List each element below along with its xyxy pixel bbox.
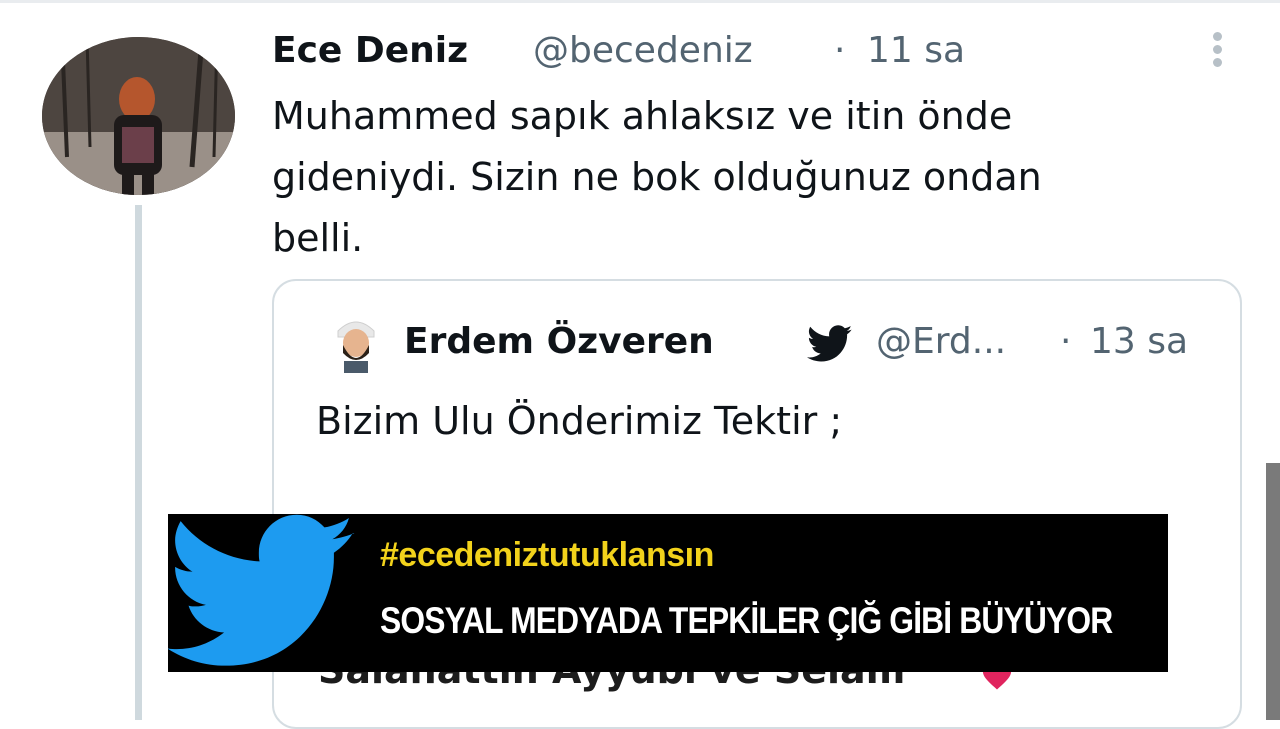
more-icon[interactable] bbox=[1200, 32, 1234, 72]
author-handle[interactable]: @becedeniz bbox=[533, 30, 753, 71]
banner-hashtag: #ecedeniztutuklansın bbox=[380, 536, 714, 574]
top-divider bbox=[0, 0, 1280, 3]
quoted-tweet-timestamp[interactable]: 13 sa bbox=[1090, 321, 1188, 362]
author-avatar[interactable] bbox=[42, 37, 235, 195]
meta-separator: · bbox=[834, 30, 846, 71]
news-banner: #ecedeniztutuklansın SOSYAL MEDYADA TEPK… bbox=[168, 514, 1168, 672]
tweet-timestamp[interactable]: 11 sa bbox=[867, 30, 965, 71]
twitter-bird-icon bbox=[168, 514, 355, 666]
twitter-bird-icon bbox=[807, 325, 853, 362]
quoted-meta-separator: · bbox=[1060, 321, 1072, 362]
author-name[interactable]: Ece Deniz bbox=[272, 30, 468, 71]
scrollbar[interactable] bbox=[1266, 463, 1280, 720]
tweet-text: Muhammed sapık ahlaksız ve itin önde gid… bbox=[272, 94, 1042, 260]
quoted-author-handle[interactable]: @Erd... bbox=[876, 321, 1006, 362]
thread-connector-line bbox=[135, 205, 142, 720]
quoted-tweet-text: Bizim Ulu Önderimiz Tektir ; bbox=[316, 399, 843, 443]
quoted-author-avatar[interactable] bbox=[330, 313, 382, 373]
quoted-author-name[interactable]: Erdem Özveren bbox=[404, 321, 714, 362]
banner-headline: SOSYAL MEDYADA TEPKİLER ÇIĞ GİBİ BÜYÜYOR bbox=[380, 600, 1113, 641]
